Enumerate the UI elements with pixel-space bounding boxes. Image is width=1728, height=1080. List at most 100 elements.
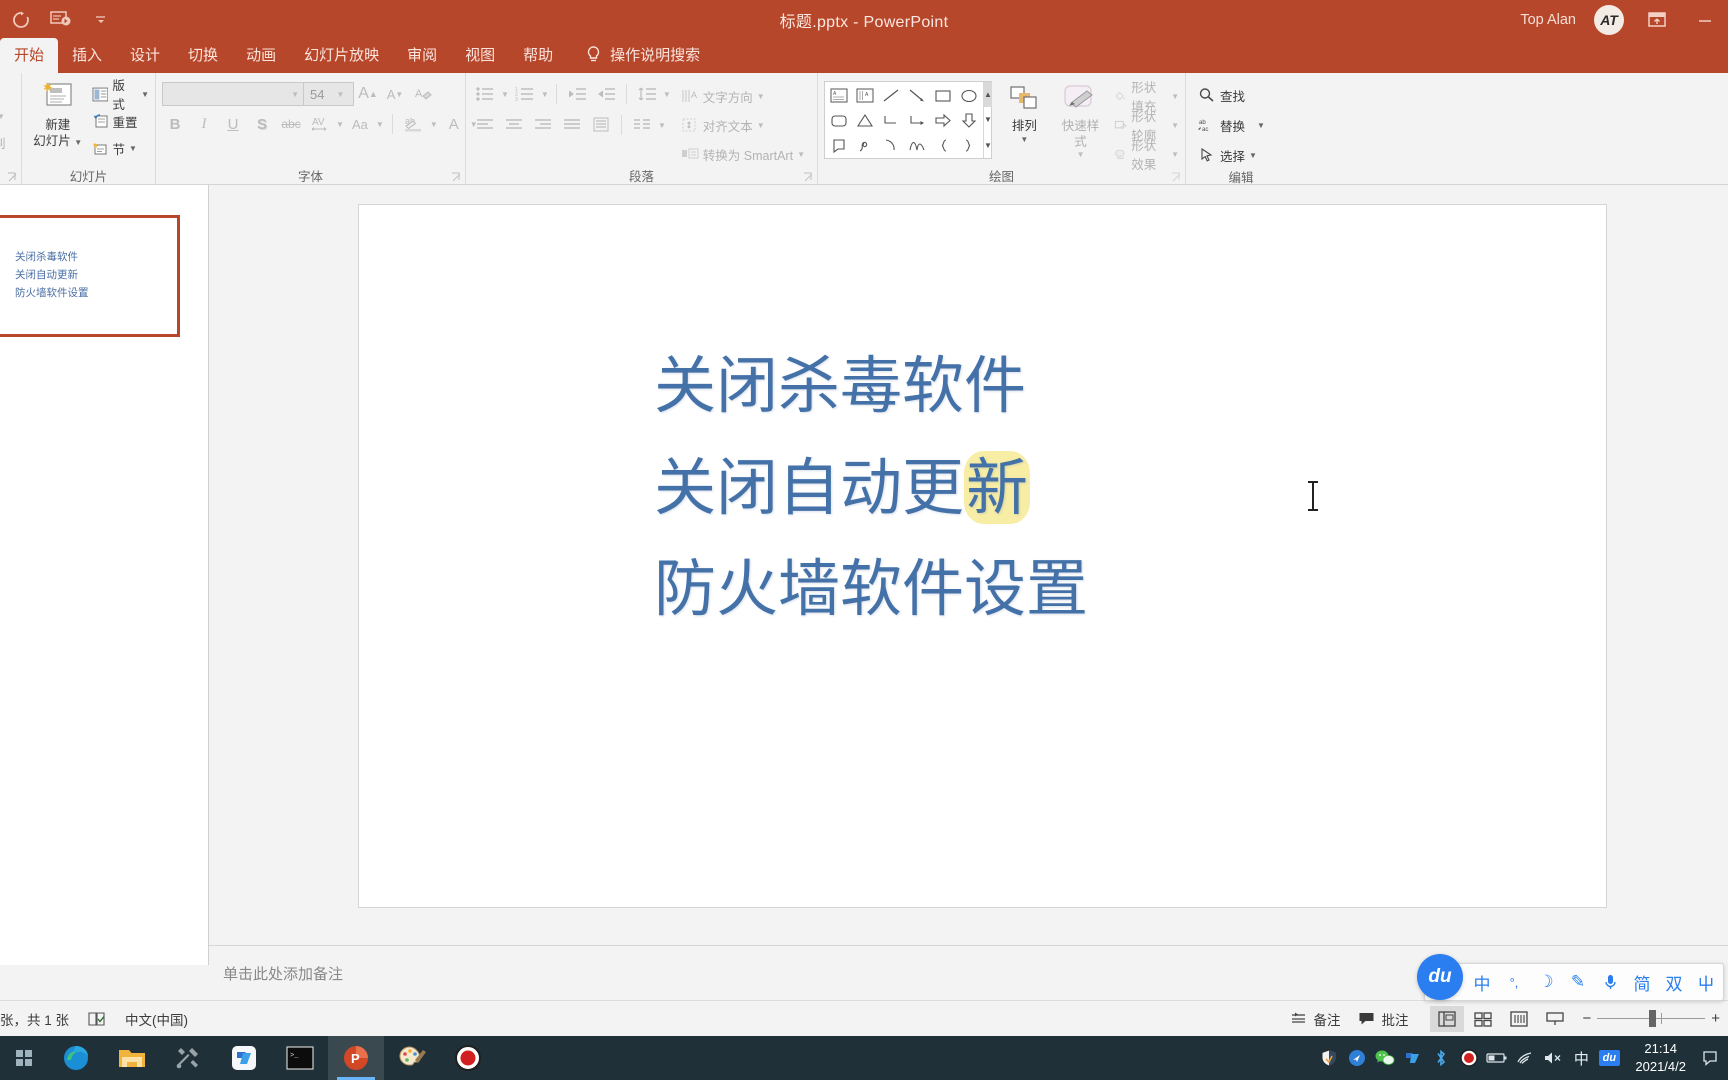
slide-text-placeholder[interactable]: 关闭杀毒软件 关闭自动更新 防火墙软件设置 <box>654 335 1554 640</box>
notes-button[interactable]: 备注 <box>1282 1006 1348 1032</box>
slide-line-1[interactable]: 关闭杀毒软件 <box>654 335 1554 437</box>
tab-help[interactable]: 帮助 <box>509 38 567 73</box>
justify-icon[interactable] <box>559 113 585 137</box>
decrease-indent-icon[interactable] <box>564 82 590 106</box>
slide-thumbnail-pane[interactable]: 关闭杀毒软件 关闭自动更新 防火墙软件设置 <box>0 185 209 965</box>
notification-icon[interactable] <box>1698 1036 1724 1080</box>
bullets-icon[interactable] <box>472 82 498 106</box>
right-brace-shape-icon[interactable] <box>956 133 982 158</box>
moon-icon[interactable]: ☽ <box>1531 967 1561 997</box>
format-painter-button[interactable]: 格式刷 <box>0 130 6 154</box>
chevron-down-icon[interactable]: ▼ <box>797 150 805 159</box>
curve-shape-icon[interactable] <box>904 133 930 158</box>
voice-input-icon[interactable] <box>1595 967 1625 997</box>
slide-sorter-view-button[interactable] <box>1466 1006 1500 1032</box>
chevron-down-icon[interactable]: ▼ <box>291 90 299 99</box>
todo-app-icon[interactable] <box>216 1036 272 1080</box>
bold-icon[interactable]: B <box>162 112 188 136</box>
chevron-down-icon[interactable]: ▼ <box>1171 92 1179 101</box>
chevron-down-icon[interactable]: ▼ <box>1020 135 1028 144</box>
font-size-input[interactable]: 54 ▼ <box>303 83 353 105</box>
tab-animations[interactable]: 动画 <box>232 38 290 73</box>
chevron-down-icon[interactable]: ▼ <box>658 121 666 130</box>
bluetooth-icon[interactable] <box>1427 1036 1455 1080</box>
clipboard-dialog-launcher-icon[interactable] <box>7 172 18 183</box>
right-arrow-shape-icon[interactable] <box>930 108 956 133</box>
chinese-mode-icon[interactable]: 中 <box>1467 967 1497 997</box>
chevron-down-icon[interactable]: ▼ <box>757 92 765 101</box>
down-arrow-shape-icon[interactable] <box>956 108 982 133</box>
tab-design[interactable]: 设计 <box>116 38 174 73</box>
ime-floating-bar[interactable]: du 中 °, ☽ ✎ 简 双 屮 <box>1417 954 1724 1001</box>
triangle-shape-icon[interactable] <box>852 108 878 133</box>
find-button[interactable]: 查找 <box>1198 83 1245 107</box>
line-shape-icon[interactable] <box>878 83 904 108</box>
language-indicator[interactable]: 中文(中国) <box>125 1009 188 1029</box>
handwriting-icon[interactable]: ✎ <box>1563 967 1593 997</box>
simplified-icon[interactable]: 简 <box>1627 967 1657 997</box>
chevron-down-icon[interactable]: ▼ <box>501 90 509 99</box>
blue-circle-icon[interactable] <box>1343 1036 1371 1080</box>
chevron-down-icon[interactable]: ▼ <box>1171 150 1179 159</box>
zoom-handle[interactable] <box>1649 1010 1657 1027</box>
battery-icon[interactable] <box>1483 1036 1511 1080</box>
ime-language-indicator[interactable]: 中 <box>1567 1036 1595 1080</box>
change-case-icon[interactable]: Aa <box>347 112 373 136</box>
increase-font-size-icon[interactable]: A ▲ <box>355 82 381 106</box>
underline-icon[interactable]: U <box>220 112 246 136</box>
rectangle-shape-icon[interactable] <box>930 83 956 108</box>
terminal-icon[interactable]: >_ <box>272 1036 328 1080</box>
strikethrough-icon[interactable]: abc <box>278 112 304 136</box>
reset-button[interactable]: 重置 <box>92 109 149 133</box>
reading-view-button[interactable] <box>1502 1006 1536 1032</box>
shape-outline-button[interactable]: 形状轮廓 ▼ <box>1114 110 1179 143</box>
file-explorer-icon[interactable] <box>104 1036 160 1080</box>
font-color-icon[interactable]: A <box>441 112 467 136</box>
textbox-shape-icon[interactable]: A <box>826 83 852 108</box>
slide-line-3[interactable]: 防火墙软件设置 <box>654 538 1554 640</box>
tell-me-search[interactable]: 操作说明搜索 <box>567 38 712 73</box>
drawing-dialog-launcher-icon[interactable] <box>1171 172 1182 183</box>
tab-transitions[interactable]: 切换 <box>174 38 232 73</box>
pentagon-callout-shape-icon[interactable] <box>826 133 852 158</box>
zoom-track[interactable] <box>1597 1010 1706 1027</box>
chevron-down-icon[interactable]: ▼ <box>376 120 384 129</box>
edge-icon[interactable] <box>48 1036 104 1080</box>
recorder-tray-icon[interactable] <box>1455 1036 1483 1080</box>
shape-effects-button[interactable]: 形状效果 ▼ <box>1114 139 1179 172</box>
chevron-down-icon[interactable]: ▼ <box>430 120 438 129</box>
chevron-down-icon[interactable]: ▼ <box>1077 150 1085 159</box>
clear-formatting-icon[interactable]: A <box>409 82 435 106</box>
paint-icon[interactable] <box>384 1036 440 1080</box>
arrow-shape-icon[interactable] <box>904 83 930 108</box>
user-name[interactable]: Top Alan <box>1520 12 1576 28</box>
font-name-input[interactable]: ▼ <box>163 83 303 105</box>
align-left-icon[interactable] <box>472 113 498 137</box>
elbow-connector-icon[interactable] <box>878 108 904 133</box>
select-button[interactable]: 选择 ▼ <box>1198 143 1257 167</box>
decrease-font-size-icon[interactable]: A ▼ <box>382 82 408 106</box>
zoom-in-button[interactable]: + <box>1711 1010 1720 1027</box>
slide-line-2[interactable]: 关闭自动更新 <box>654 437 1554 539</box>
zoom-slider[interactable]: − + <box>1582 1010 1720 1027</box>
chevron-down-icon[interactable]: ▼ <box>336 90 344 99</box>
tab-view[interactable]: 视图 <box>451 38 509 73</box>
line-spacing-icon[interactable] <box>634 82 660 106</box>
align-right-icon[interactable] <box>530 113 556 137</box>
zoom-out-button[interactable]: − <box>1582 1010 1591 1027</box>
text-highlight-icon[interactable]: ab <box>401 112 427 136</box>
left-brace-shape-icon[interactable] <box>930 133 956 158</box>
chevron-down-icon[interactable]: ▼ <box>1249 151 1257 160</box>
chevron-down-icon[interactable]: ▼ <box>141 90 149 99</box>
rounded-rectangle-shape-icon[interactable] <box>826 108 852 133</box>
arrange-button[interactable]: 排列 ▼ <box>1002 81 1047 144</box>
volume-mute-icon[interactable] <box>1539 1036 1567 1080</box>
minimize-button[interactable] <box>1690 5 1720 35</box>
arc-shape-icon[interactable] <box>878 133 904 158</box>
chevron-down-icon[interactable]: ▼ <box>0 112 5 121</box>
layout-button[interactable]: 版式 ▼ <box>92 79 149 112</box>
scribble-shape-icon[interactable] <box>852 133 878 158</box>
tab-review[interactable]: 审阅 <box>393 38 451 73</box>
shape-fill-button[interactable]: 形状填充 ▼ <box>1114 81 1179 114</box>
spellcheck-icon[interactable] <box>87 1010 107 1028</box>
